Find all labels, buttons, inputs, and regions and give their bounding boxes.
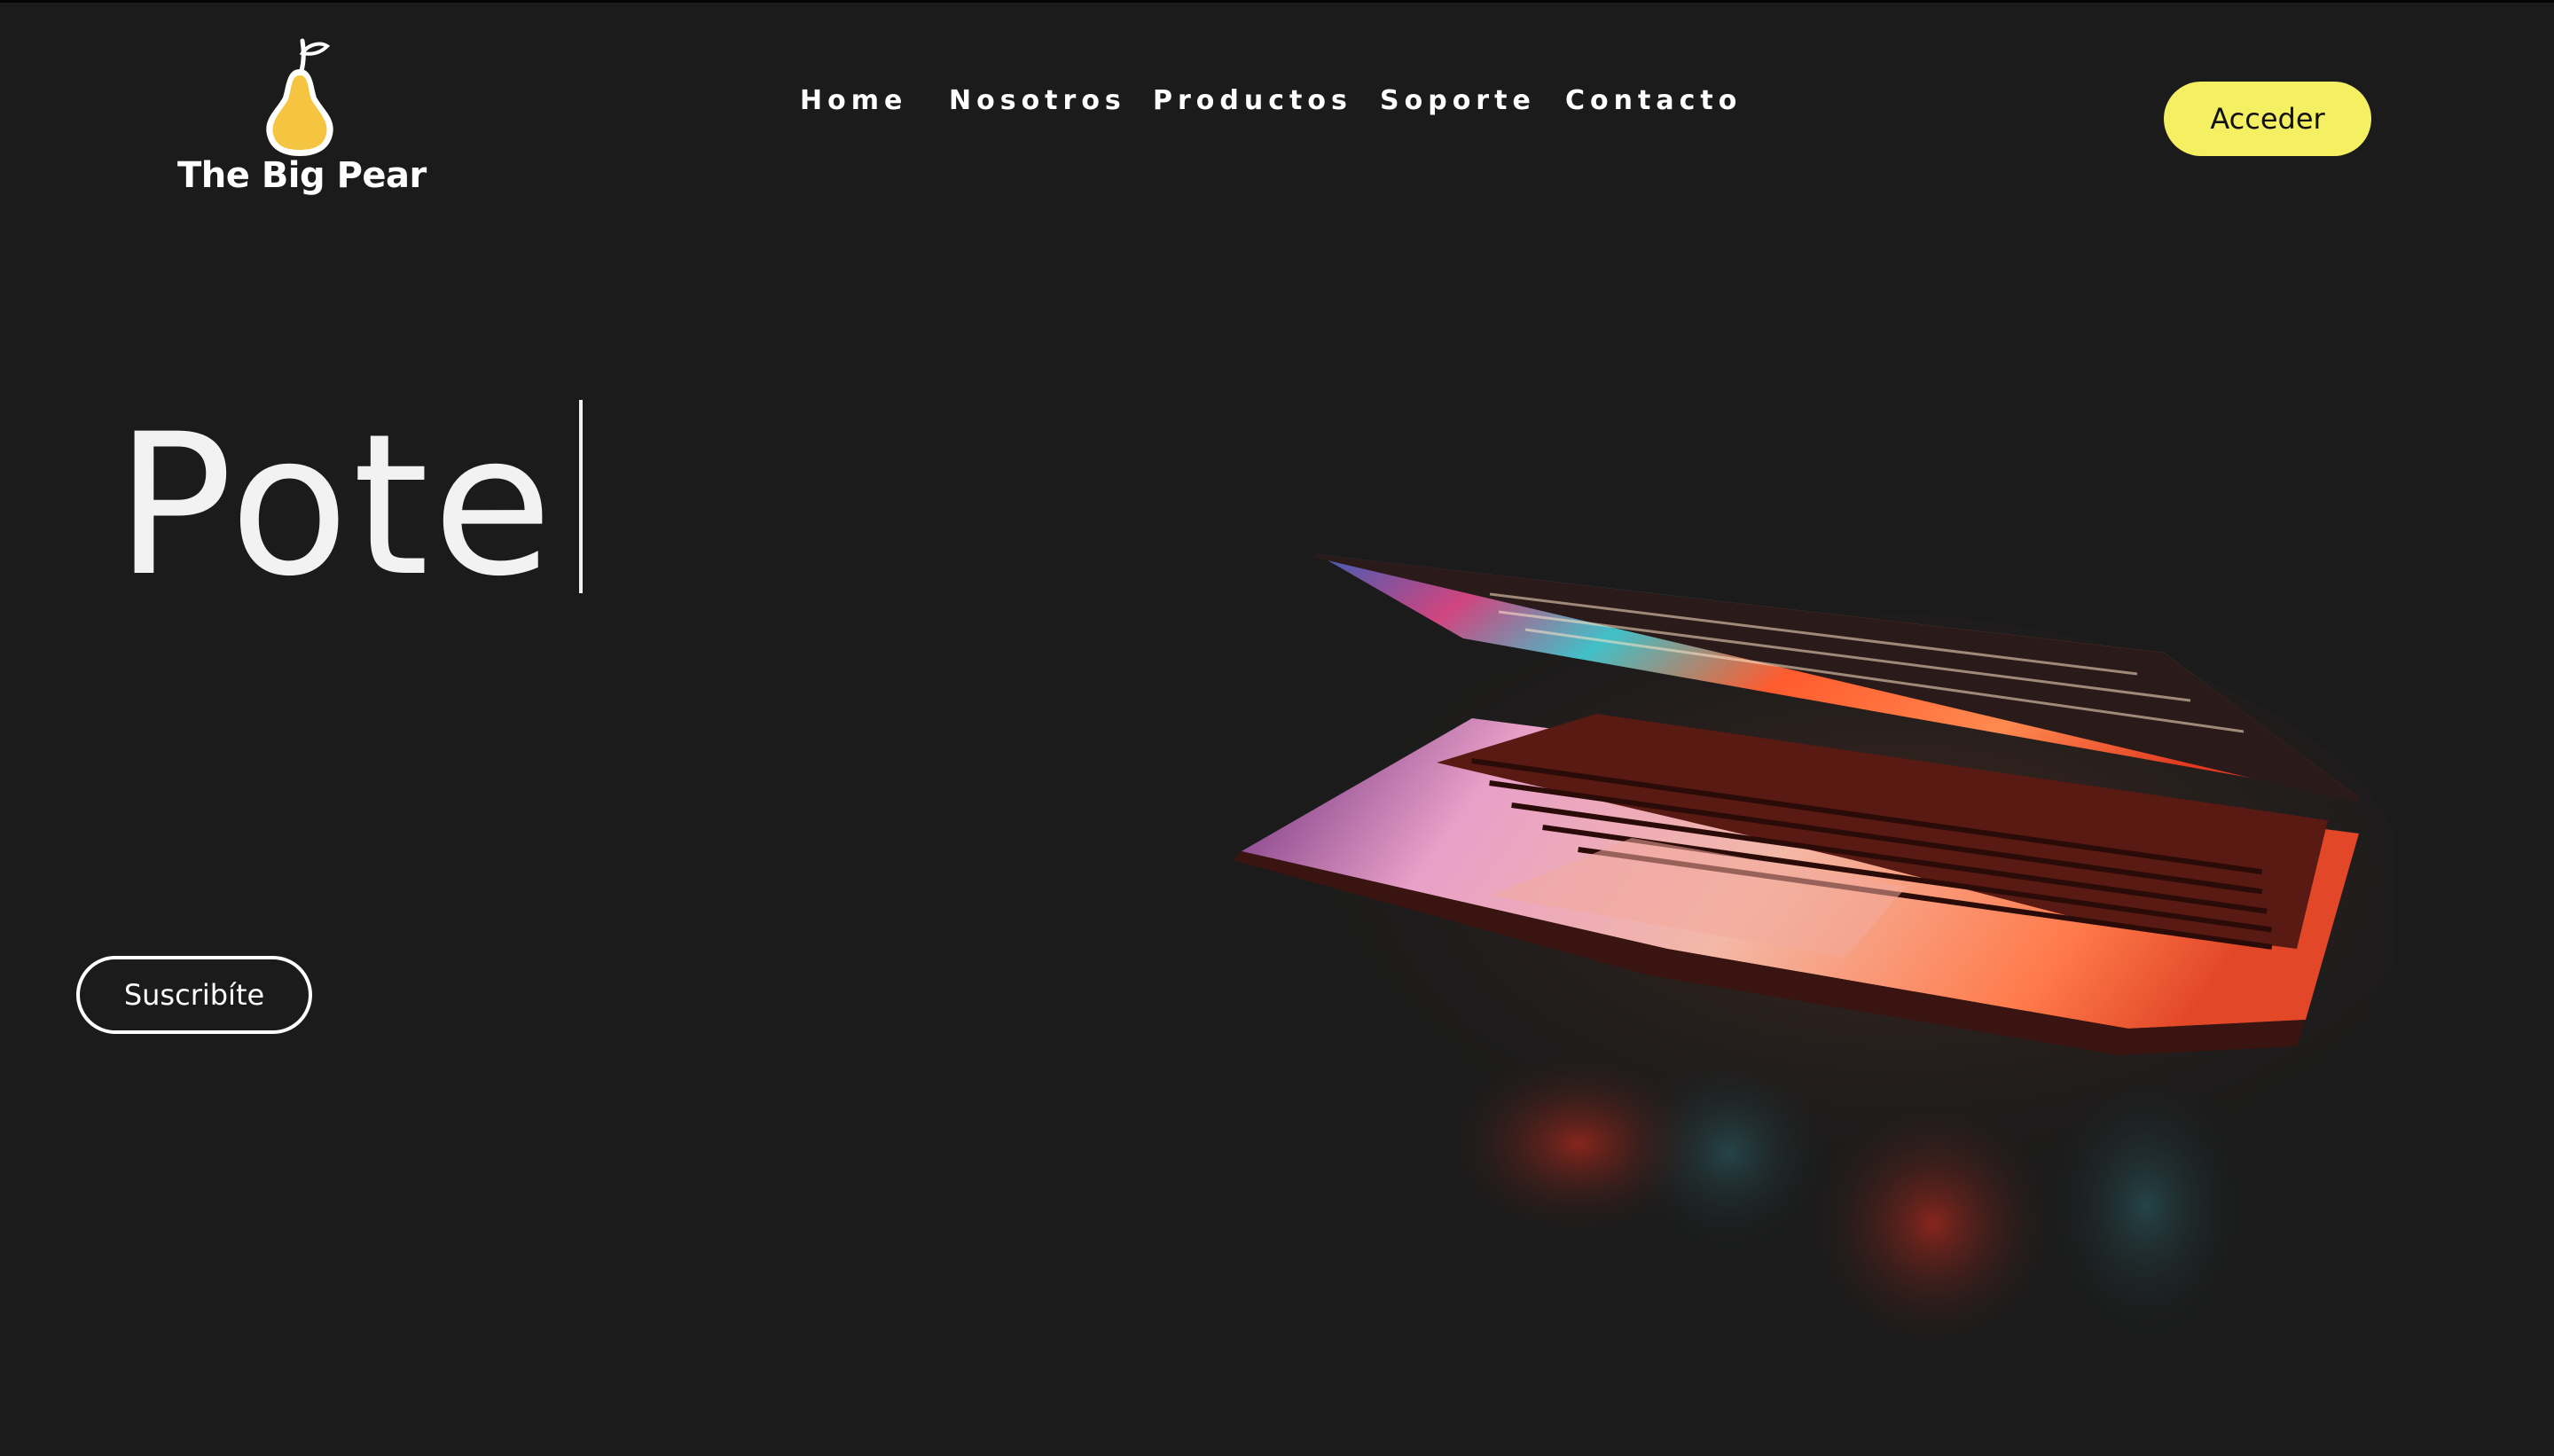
subscribe-button[interactable]: Suscribíte: [76, 956, 312, 1034]
login-button[interactable]: Acceder: [2164, 82, 2371, 156]
brand-name: The Big Pear: [177, 155, 427, 196]
nav-item-productos[interactable]: Productos: [1153, 85, 1352, 116]
hero-typed-text: Pote: [115, 392, 557, 619]
hero-laptop-image: [1233, 554, 2394, 1357]
typing-cursor: [579, 400, 584, 593]
hero-headline: Pote: [115, 392, 584, 619]
nav-item-home[interactable]: Home: [800, 85, 907, 116]
top-border: [0, 0, 2554, 3]
nav-item-contacto[interactable]: Contacto: [1565, 85, 1742, 116]
nav-item-soporte[interactable]: Soporte: [1380, 85, 1536, 116]
nav-item-nosotros[interactable]: Nosotros: [949, 85, 1126, 116]
